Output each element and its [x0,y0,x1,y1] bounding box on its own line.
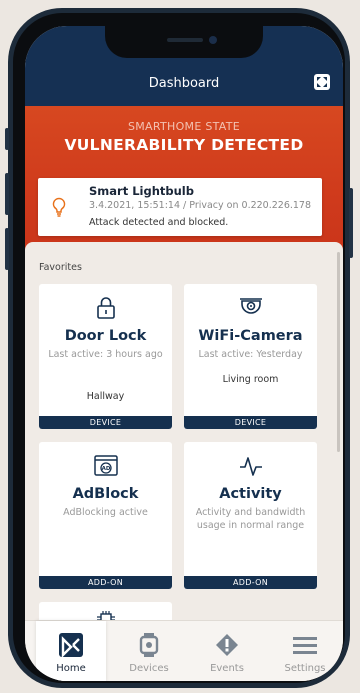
alert-card[interactable]: Smart Lightbulb 3.4.2021, 15:51:14 / Pri… [38,178,322,236]
phone-frame: Dashboard SMARTHOME STATE VULNERABILITY … [5,8,353,688]
tab-settings[interactable]: Settings [270,621,340,681]
card-door-lock[interactable]: Door Lock Last active: 3 hours ago Hallw… [39,284,172,429]
tab-label: Home [56,663,86,674]
alert-title: Smart Lightbulb [89,184,194,198]
volume-up-button [5,173,9,215]
tab-label: Events [210,663,244,674]
tab-bar: Home Devices Events Settings [25,620,343,681]
card-wifi-camera[interactable]: WiFi-Camera Last active: Yesterday Livin… [184,284,317,429]
card-tag: DEVICE [39,416,172,429]
camera-icon [184,296,317,324]
menu-icon [293,637,317,654]
card-subtitle: Last active: 3 hours ago [48,349,163,360]
lock-icon [39,296,172,324]
card-adblock[interactable]: AD AdBlock AdBlocking active ADD-ON [39,442,172,589]
silent-switch [5,128,9,150]
tab-events[interactable]: Events [192,621,262,681]
page-title: Dashboard [148,76,220,91]
card-activity[interactable]: Activity Activity and bandwidth usage in… [184,442,317,589]
card-title: Door Lock [64,328,147,344]
home-icon [59,633,83,657]
card-tag: DEVICE [184,416,317,429]
alert-meta: 3.4.2021, 15:51:14 / Privacy on 0.220.22… [89,200,312,211]
alert-icon [216,634,238,656]
volume-down-button [5,228,9,270]
state-label: SMARTHOME STATE [127,120,241,133]
card-subtitle: Activity and bandwidth usage in normal r… [195,507,306,531]
scrollbar[interactable] [337,252,340,452]
tab-devices[interactable]: Devices [114,621,184,681]
state-value: VULNERABILITY DETECTED [64,136,304,154]
tab-label: Devices [129,663,169,674]
card-room: Living room [222,374,279,385]
tab-label: Settings [284,663,326,674]
favorites-section: Favorites Door Lock Last active: 3 hours… [25,242,343,642]
app-screen: Dashboard SMARTHOME STATE VULNERABILITY … [25,26,343,681]
card-tag: ADD-ON [184,576,317,589]
speaker [167,38,203,42]
tab-home[interactable]: Home [36,621,106,681]
activity-icon [184,454,317,482]
front-camera [209,36,217,44]
favorites-title: Favorites [39,262,82,273]
notch [105,26,263,58]
bezel: Dashboard SMARTHOME STATE VULNERABILITY … [13,13,345,683]
card-subtitle: Last active: Yesterday [198,349,303,360]
watch-icon [139,633,159,657]
svg-text:AD: AD [101,466,110,472]
lightbulb-icon [52,197,66,217]
power-button [349,188,353,258]
card-subtitle: AdBlocking active [63,507,148,518]
card-tag: ADD-ON [39,576,172,589]
adblock-icon: AD [39,454,172,482]
card-title: Activity [219,486,282,502]
expand-icon[interactable] [314,74,330,90]
card-title: AdBlock [72,486,139,502]
alert-detail: Attack detected and blocked. [89,217,229,228]
card-title: WiFi-Camera [198,328,303,344]
card-room: Hallway [86,391,125,402]
